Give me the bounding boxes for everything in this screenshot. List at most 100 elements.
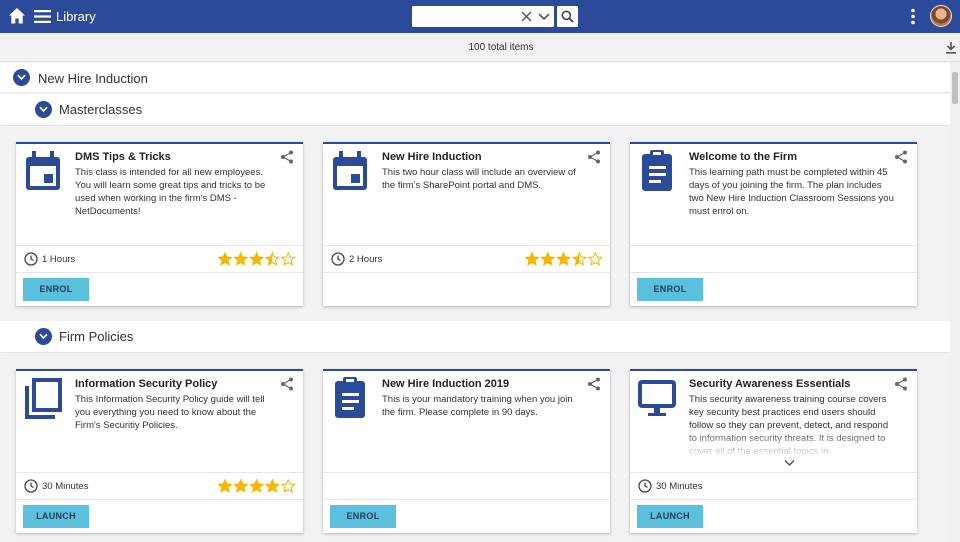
section-title: Firm Policies xyxy=(59,329,134,344)
card-description: This class is intended for all new emplo… xyxy=(75,167,266,217)
star-full-icon xyxy=(540,251,556,266)
course-card[interactable]: Welcome to the Firm This learning path m… xyxy=(630,142,917,306)
course-card[interactable]: DMS Tips & Tricks This class is intended… xyxy=(16,142,303,306)
course-duration: 30 Minutes xyxy=(656,481,703,492)
divider xyxy=(16,499,303,500)
divider xyxy=(323,499,610,500)
launch-button[interactable]: LAUNCH xyxy=(637,505,703,528)
star-full-icon xyxy=(218,251,233,266)
star-full-icon xyxy=(555,251,572,266)
rating-stars xyxy=(218,251,296,266)
star-empty-icon xyxy=(280,478,296,493)
launch-button[interactable]: LAUNCH xyxy=(23,505,89,528)
expand-description-icon[interactable] xyxy=(784,459,795,467)
course-card[interactable]: Information Security Policy This Informa… xyxy=(16,369,303,533)
monitor-icon xyxy=(638,380,676,416)
share-icon[interactable] xyxy=(587,150,601,164)
card-title: New Hire Induction 2019 xyxy=(382,378,510,390)
course-duration: 1 Hours xyxy=(42,254,76,265)
star-half-icon xyxy=(264,251,281,266)
download-icon[interactable] xyxy=(945,41,957,54)
section-header-new-hire-induction[interactable]: New Hire Induction xyxy=(0,63,950,93)
clear-icon[interactable] xyxy=(520,10,533,23)
collapse-toggle[interactable] xyxy=(35,101,52,118)
home-icon[interactable] xyxy=(8,7,26,25)
card-title: Information Security Policy xyxy=(75,378,218,390)
chevron-down-icon xyxy=(39,333,48,340)
share-icon[interactable] xyxy=(587,377,601,391)
course-card[interactable]: Security Awareness Essentials This secur… xyxy=(630,369,917,533)
divider xyxy=(630,245,917,246)
card-description: This learning path must be completed wit… xyxy=(689,167,894,217)
card-grid-masterclasses: DMS Tips & Tricks This class is intended… xyxy=(0,126,950,321)
star-half-icon xyxy=(571,251,588,266)
clock-icon xyxy=(638,479,652,493)
course-duration: 2 Hours xyxy=(349,254,383,265)
card-grid-firm-policies: Information Security Policy This Informa… xyxy=(0,353,950,542)
enrol-button[interactable]: ENROL xyxy=(23,278,89,301)
chevron-down-icon[interactable] xyxy=(538,11,550,22)
scrollbar-thumb[interactable] xyxy=(952,72,958,104)
collapse-toggle[interactable] xyxy=(35,328,52,345)
clock-icon xyxy=(24,252,38,266)
card-description: This Information Security Policy guide w… xyxy=(75,394,265,431)
card-description: This security awareness training course … xyxy=(689,394,889,457)
clock-icon xyxy=(24,479,38,493)
calendar-icon xyxy=(333,151,367,190)
search-button[interactable] xyxy=(557,6,578,27)
divider xyxy=(630,272,917,273)
more-options-icon[interactable] xyxy=(906,8,920,25)
section-header-firm-policies[interactable]: Firm Policies xyxy=(0,321,950,352)
card-title: Security Awareness Essentials xyxy=(689,378,851,390)
divider xyxy=(16,472,303,473)
total-items-count: 100 total items xyxy=(468,42,534,53)
card-title: DMS Tips & Tricks xyxy=(75,151,171,163)
clipboard-icon xyxy=(335,377,365,418)
star-full-icon xyxy=(233,478,249,493)
star-full-icon xyxy=(248,478,265,493)
search-input[interactable] xyxy=(416,8,516,25)
course-card[interactable]: New Hire Induction 2019 This is your man… xyxy=(323,369,610,533)
course-card[interactable]: New Hire Induction This two hour class w… xyxy=(323,142,610,306)
avatar[interactable] xyxy=(930,5,952,27)
share-icon[interactable] xyxy=(894,377,908,391)
clipboard-icon xyxy=(642,150,672,191)
calendar-icon xyxy=(26,151,60,190)
share-icon[interactable] xyxy=(280,150,294,164)
chevron-down-icon xyxy=(39,106,48,113)
rating-stars xyxy=(218,478,296,493)
divider xyxy=(16,245,303,246)
hamburger-menu-icon[interactable] xyxy=(34,9,51,24)
course-duration: 30 Minutes xyxy=(42,481,89,492)
section-header-masterclasses[interactable]: Masterclasses xyxy=(0,94,950,125)
results-summary-bar: 100 total items xyxy=(0,33,960,62)
enrol-button[interactable]: ENROL xyxy=(330,505,396,528)
divider xyxy=(323,472,610,473)
divider xyxy=(630,472,917,473)
divider xyxy=(630,499,917,500)
star-empty-icon xyxy=(587,251,603,266)
share-icon[interactable] xyxy=(280,377,294,391)
card-description: This two hour class will include an over… xyxy=(382,167,576,191)
search-box xyxy=(412,6,554,27)
star-empty-icon xyxy=(280,251,296,266)
chevron-down-icon xyxy=(17,74,26,81)
star-full-icon xyxy=(218,478,233,493)
star-full-icon xyxy=(233,251,249,266)
scrollbar-track[interactable] xyxy=(950,62,960,542)
share-icon[interactable] xyxy=(894,150,908,164)
search-icon xyxy=(561,10,574,23)
card-title: New Hire Induction xyxy=(382,151,482,163)
rating-stars xyxy=(525,251,603,266)
star-full-icon xyxy=(525,251,540,266)
document-stack-icon xyxy=(25,378,62,419)
divider xyxy=(323,245,610,246)
page-title: Library xyxy=(56,9,96,24)
card-description: This is your mandatory training when you… xyxy=(382,394,573,418)
enrol-button[interactable]: ENROL xyxy=(637,278,703,301)
divider xyxy=(16,272,303,273)
collapse-toggle[interactable] xyxy=(13,69,30,86)
star-full-icon xyxy=(248,251,265,266)
divider xyxy=(323,272,610,273)
card-title: Welcome to the Firm xyxy=(689,151,797,163)
